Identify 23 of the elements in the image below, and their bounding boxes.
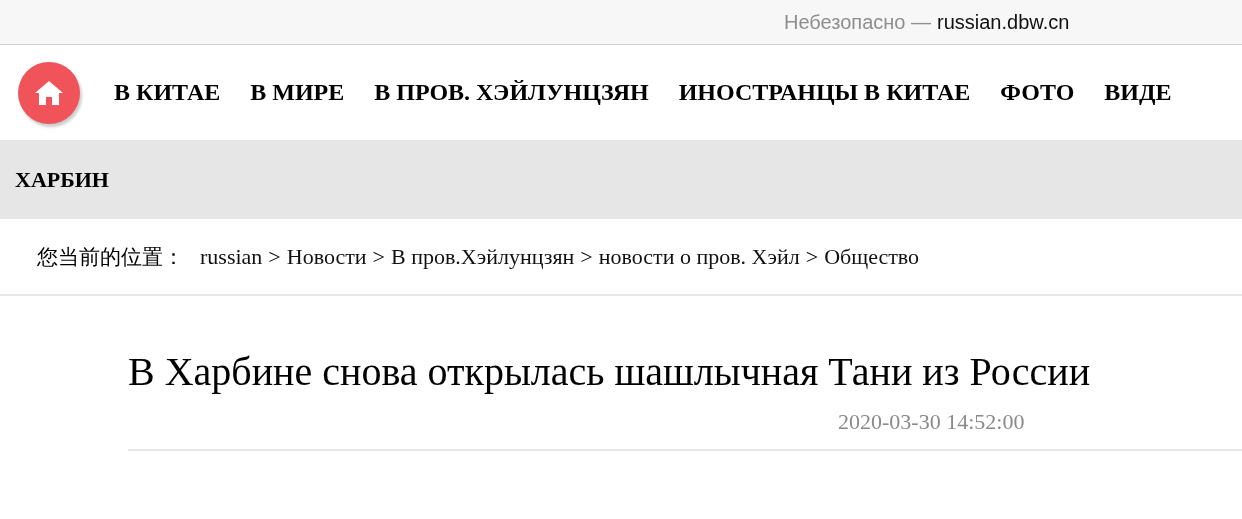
breadcrumb-separator: > [805, 243, 819, 270]
breadcrumb-separator: > [580, 243, 593, 270]
nav-link[interactable]: В КИТАЕ [114, 79, 221, 106]
home-icon [33, 78, 65, 107]
breadcrumb-link[interactable]: новости о пров. Хэйл [598, 243, 800, 270]
article-date: 2020-03-30 14:52:00 [837, 409, 1026, 435]
breadcrumb-link[interactable]: В пров.Хэйлунцзян [391, 243, 575, 270]
breadcrumb-separator: > [372, 243, 385, 270]
nav-link[interactable]: ВИДЕ [1104, 79, 1172, 106]
section-title: ХАРБИН [15, 166, 109, 193]
security-label: Небезопасно — [784, 10, 931, 34]
breadcrumb-link[interactable]: Новости [286, 243, 367, 270]
nav-link[interactable]: В ПРОВ. ХЭЙЛУНЦЗЯН [374, 79, 649, 106]
article-title: В Харбине снова открылась шашлычная Тани из России [128, 348, 1092, 395]
breadcrumb-link[interactable]: russian [200, 243, 263, 270]
address-url[interactable]: russian.dbw.cn [937, 10, 1070, 34]
home-button[interactable] [18, 61, 80, 124]
nav-link[interactable]: ФОТО [1000, 79, 1075, 106]
breadcrumb-link[interactable]: Общество [824, 243, 920, 270]
nav-link[interactable]: В МИРЕ [250, 79, 345, 106]
breadcrumb-label: 您当前的位置： [37, 243, 184, 271]
breadcrumb-separator: > [268, 243, 281, 270]
nav-link[interactable]: ИНОСТРАНЦЫ В КИТАЕ [678, 79, 971, 106]
